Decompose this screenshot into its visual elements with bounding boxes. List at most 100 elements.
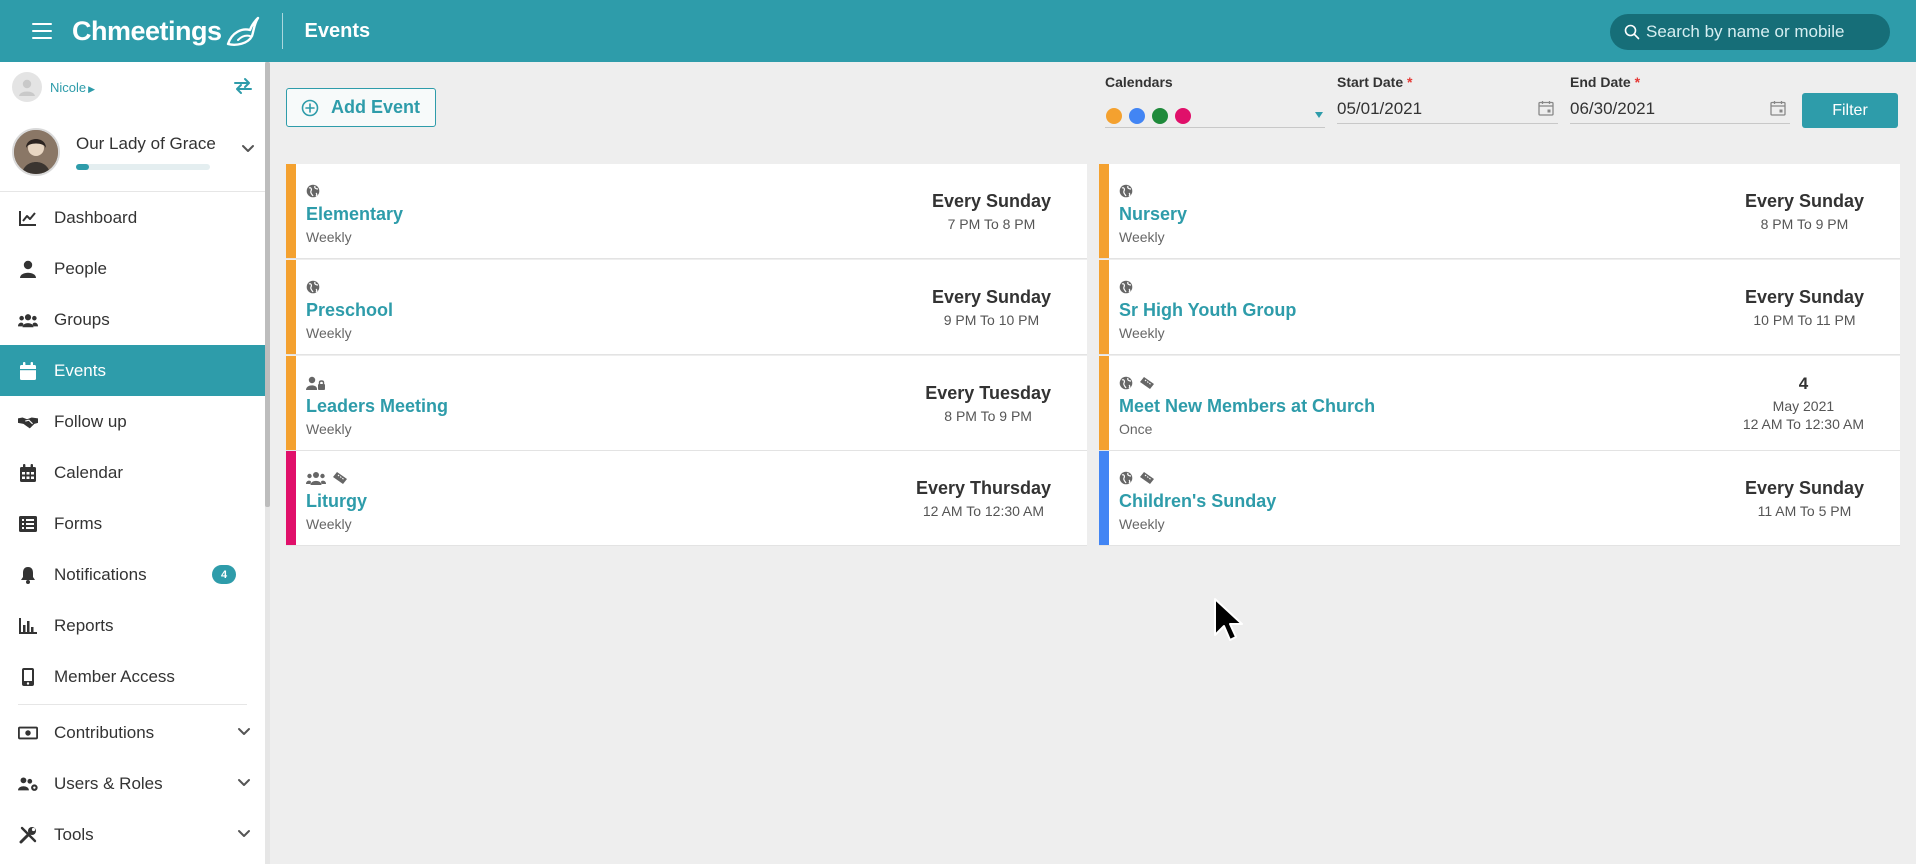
calendar-color-blue <box>1129 107 1145 124</box>
event-name[interactable]: Sr High Youth Group <box>1119 300 1296 321</box>
page-title: Events <box>304 19 371 42</box>
calendar-color-pink <box>1175 107 1191 124</box>
org-setup-progress <box>76 163 210 170</box>
users-cog-icon <box>18 774 38 794</box>
event-name[interactable]: Preschool <box>306 300 393 321</box>
chevron-down-icon[interactable] <box>237 829 251 839</box>
event-name[interactable]: Nursery <box>1119 204 1187 225</box>
sidebar-item-member-access[interactable]: Member Access <box>0 651 265 702</box>
event-card-elementary[interactable]: Elementary Weekly Every Sunday 7 PM To 8… <box>286 164 1087 259</box>
sidebar-item-groups[interactable]: Groups <box>0 294 265 345</box>
switch-arrows-icon[interactable] <box>233 77 253 95</box>
event-card-liturgy[interactable]: Liturgy Weekly Every Thursday 12 AM To 1… <box>286 451 1087 546</box>
event-schedule: Every Sunday 7 PM To 8 PM <box>932 164 1051 258</box>
bell-icon <box>18 565 38 585</box>
calendar-picker-icon[interactable] <box>1538 100 1554 116</box>
event-card-preschool[interactable]: Preschool Weekly Every Sunday 9 PM To 10… <box>286 260 1087 355</box>
sidebar-item-events[interactable]: Events <box>0 345 265 396</box>
event-frequency: Once <box>1119 421 1153 437</box>
calendar-color-stripe <box>286 356 296 450</box>
filter-button[interactable]: Filter <box>1802 93 1898 128</box>
calendars-select[interactable] <box>1105 104 1325 128</box>
event-day: 4 <box>1798 374 1809 393</box>
event-icons <box>1119 184 1133 198</box>
calendar-grid-icon <box>18 463 38 483</box>
top-bar: Chmeetings Events <box>0 0 1916 62</box>
user-menu[interactable]: Nicole ▶ <box>50 80 95 95</box>
plus-circle-icon <box>301 99 319 116</box>
chevron-down-icon[interactable] <box>237 778 251 788</box>
event-time: 9 PM To 10 PM <box>943 311 1040 328</box>
start-date-field[interactable]: 05/01/2021 <box>1337 94 1558 124</box>
handshake-icon <box>18 412 38 432</box>
sidebar-item-label: Notifications <box>54 564 147 584</box>
chevron-down-icon[interactable] <box>241 144 255 154</box>
event-icons <box>306 376 325 390</box>
event-schedule: Every Sunday 8 PM To 9 PM <box>1745 164 1864 258</box>
org-avatar <box>12 127 60 176</box>
search-input[interactable] <box>1646 22 1876 42</box>
event-card-childrens-sunday[interactable]: Children's Sunday Weekly Every Sunday 11… <box>1099 451 1900 546</box>
list-form-icon <box>18 514 38 534</box>
event-name[interactable]: Meet New Members at Church <box>1119 396 1375 417</box>
calendar-color-stripe <box>1099 164 1109 258</box>
users-group-icon <box>18 310 38 330</box>
sidebar-scrollbar[interactable] <box>265 62 270 864</box>
end-date-value: 06/30/2021 <box>1570 98 1656 118</box>
event-frequency: Weekly <box>306 421 352 437</box>
sidebar-scrollbar-thumb[interactable] <box>265 62 270 507</box>
brand-logo[interactable]: Chmeetings <box>72 14 260 48</box>
end-date-field[interactable]: 06/30/2021 <box>1570 94 1790 124</box>
event-name[interactable]: Liturgy <box>306 491 367 512</box>
event-card-nursery[interactable]: Nursery Weekly Every Sunday 8 PM To 9 PM <box>1099 164 1900 259</box>
sidebar-item-people[interactable]: People <box>0 243 265 294</box>
event-day: Every Sunday <box>931 190 1051 211</box>
sidebar-item-tools[interactable]: Tools <box>0 809 265 860</box>
org-switcher[interactable]: Our Lady of Grace <box>0 112 265 192</box>
event-frequency: Weekly <box>1119 229 1165 245</box>
event-name[interactable]: Leaders Meeting <box>306 396 448 417</box>
required-marker: * <box>1407 74 1413 90</box>
event-card-meet-new-members[interactable]: Meet New Members at Church Once 4 May 20… <box>1099 356 1900 451</box>
event-frequency: Weekly <box>306 325 352 341</box>
sidebar-item-label: Contributions <box>54 722 155 742</box>
event-name[interactable]: Children's Sunday <box>1119 491 1276 512</box>
sidebar-item-label: Tools <box>54 824 94 844</box>
sidebar-item-label: Forms <box>54 513 103 533</box>
sidebar-item-follow-up[interactable]: Follow up <box>0 396 265 447</box>
ticket-icon <box>1140 377 1154 389</box>
sidebar-item-users-roles[interactable]: Users & Roles <box>0 758 265 809</box>
top-divider <box>281 13 283 49</box>
mouse-cursor-icon <box>1214 598 1243 641</box>
event-time: 12 AM To 12:30 AM <box>922 502 1045 519</box>
event-icons <box>1119 471 1155 485</box>
menu-icon[interactable] <box>32 23 52 39</box>
sidebar-item-calendar[interactable]: Calendar <box>0 447 265 498</box>
notification-count-badge: 4 <box>212 565 236 584</box>
sidebar-item-contributions[interactable]: Contributions <box>0 707 265 758</box>
calendar-color-orange <box>1106 107 1122 124</box>
calendar-picker-icon[interactable] <box>1770 100 1786 116</box>
user-avatar[interactable] <box>12 72 42 102</box>
start-date-label: Start Date * <box>1337 74 1412 90</box>
add-event-label: Add Event <box>331 97 421 117</box>
event-time: 8 PM To 9 PM <box>1760 215 1849 232</box>
event-name[interactable]: Elementary <box>306 204 403 225</box>
event-card-sr-high-youth-group[interactable]: Sr High Youth Group Weekly Every Sunday … <box>1099 260 1900 355</box>
sidebar-item-label: Users & Roles <box>54 773 163 793</box>
sidebar-item-dashboard[interactable]: Dashboard <box>0 192 265 243</box>
sidebar-item-label: People <box>54 258 107 278</box>
user-lock-icon <box>306 376 325 390</box>
sidebar-item-reports[interactable]: Reports <box>0 600 265 651</box>
chevron-down-icon[interactable] <box>237 727 251 737</box>
event-icons <box>1119 376 1155 390</box>
event-card-leaders-meeting[interactable]: Leaders Meeting Weekly Every Tuesday 8 P… <box>286 356 1087 451</box>
sidebar-item-notifications[interactable]: Notifications 4 <box>0 549 265 600</box>
person-icon <box>18 259 38 279</box>
calendar-color-stripe <box>1099 260 1109 354</box>
sidebar-item-label: Dashboard <box>54 207 138 227</box>
sidebar-item-forms[interactable]: Forms <box>0 498 265 549</box>
add-event-button[interactable]: Add Event <box>286 88 436 127</box>
event-schedule: Every Sunday 11 AM To 5 PM <box>1745 451 1864 545</box>
search-box[interactable] <box>1610 14 1890 50</box>
